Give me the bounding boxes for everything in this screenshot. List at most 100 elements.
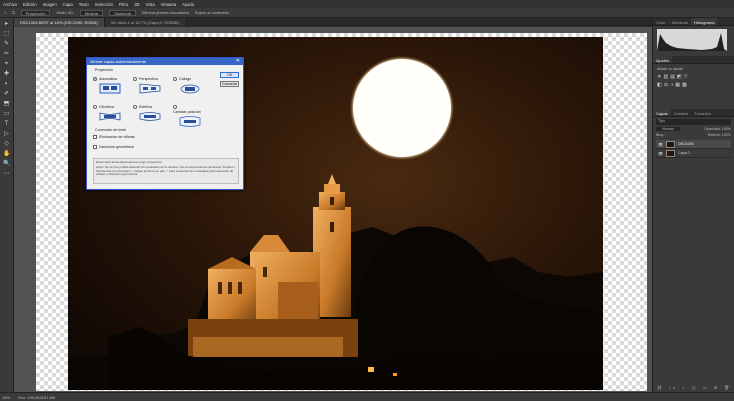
cylindrical-projection-icon — [99, 112, 121, 121]
menu-item-10[interactable]: Ayuda — [182, 2, 194, 7]
option-collage[interactable]: Collage — [173, 76, 203, 95]
layer-row[interactable]: 👁 DSC1090 — [656, 140, 731, 149]
option-reposition[interactable]: Cambiar posición — [173, 104, 203, 128]
lock-label: Bloq.: — [656, 133, 666, 137]
blend-mode-select[interactable]: Normal — [656, 127, 680, 131]
distortion-checkbox[interactable] — [93, 144, 97, 149]
radio-auto[interactable] — [93, 76, 97, 81]
menu-item-3[interactable]: Capa — [63, 2, 73, 7]
cancel-button[interactable]: Cancelar — [220, 81, 239, 87]
option-auto-label: Automática — [99, 77, 117, 81]
tool-icon-0[interactable]: ▸ — [3, 21, 10, 28]
tool-icon-10[interactable]: T — [3, 121, 10, 128]
tab-color[interactable]: Color — [653, 18, 669, 25]
status-bar: 16% Doc: 140,9M/187,8M — [0, 392, 734, 401]
tool-icon-15[interactable]: ⋯ — [3, 171, 10, 178]
layer-thumbnail — [666, 140, 676, 148]
layer-name[interactable]: DSC1090 — [678, 142, 694, 146]
menu-item-1[interactable]: Edición — [23, 2, 37, 7]
menu-item-5[interactable]: Selección — [95, 2, 113, 7]
option-cylindrical-label: Cilíndrica — [99, 105, 114, 109]
layer-name[interactable]: Capa 0 — [678, 151, 690, 155]
tool-icon-2[interactable]: ✎ — [3, 41, 10, 48]
menu-item-2[interactable]: Imagen — [43, 2, 57, 7]
layer-kind-filter[interactable]: Tipo — [656, 119, 731, 125]
tool-icon-7[interactable]: ✐ — [3, 91, 10, 98]
tab-document-1[interactable]: DSC1063-BEST al 16% (DSC1090, RGB/8) — [14, 18, 105, 27]
fill-value[interactable]: 100% — [722, 133, 731, 137]
tool-icon-8[interactable]: ⬒ — [3, 101, 10, 108]
tab-channels[interactable]: Canales — [671, 109, 692, 116]
vignette-checkbox[interactable] — [93, 134, 97, 139]
option-spherical[interactable]: Esférica — [133, 104, 163, 123]
ok-button[interactable]: OK — [220, 72, 239, 78]
delete-pixels-checkbox[interactable]: Elimina píxeles recortados — [142, 10, 189, 15]
tab-paths[interactable]: Trazados — [691, 109, 714, 116]
menu-item-7[interactable]: 3D — [134, 2, 139, 7]
layer-footer-icons[interactable]: ⛓ fx ◐ ◫ ▭ ⊞ 🗑 — [657, 385, 732, 390]
tool-icon-1[interactable]: ⬚ — [3, 31, 10, 38]
tab-document-2[interactable]: Sin título-1 al 16,7% (Capa 0, RGB/8#) — [104, 18, 187, 27]
radio-perspective[interactable] — [133, 76, 137, 81]
tool-icon-3[interactable]: ✂ — [3, 51, 10, 58]
option-cylindrical[interactable]: Cilíndrica — [93, 104, 123, 123]
menu-item-6[interactable]: Filtro — [119, 2, 128, 7]
tab-layers[interactable]: Capas — [653, 109, 671, 116]
menu-item-9[interactable]: Ventana — [161, 2, 176, 7]
radio-reposition[interactable] — [173, 104, 177, 109]
menu-item-0[interactable]: Archivo — [3, 2, 17, 7]
church — [188, 174, 358, 359]
auto-projection-icon — [99, 83, 121, 94]
close-icon[interactable]: ✕ — [236, 58, 240, 65]
tab-swatches[interactable]: Muestras — [669, 18, 691, 25]
tool-icon-5[interactable]: ✚ — [3, 71, 10, 78]
crop-tool-icon[interactable]: ⌗ — [12, 10, 14, 15]
eye-icon[interactable]: 👁 — [658, 142, 663, 147]
opacity-label: Opacidad: — [704, 127, 721, 131]
mode-label: Modo 3D: — [56, 10, 74, 15]
content-aware-checkbox[interactable]: Sujeto al contenido — [195, 10, 229, 15]
tab-histogram[interactable]: Histograma — [691, 18, 718, 25]
ratio-select[interactable]: Proyección — [20, 9, 51, 16]
add-adjustment-label: Añadir un ajuste — [657, 67, 683, 71]
layer-row[interactable]: 👁 Capa 0 — [656, 149, 731, 158]
layers-panel: Tipo Normal Opacidad: 100% Bloq.: Rellen… — [653, 117, 734, 160]
vignette-label: Eliminación de viñetas — [99, 135, 135, 139]
adjustment-icons-row2[interactable]: ◧⚖◑▦▩ — [657, 82, 730, 88]
menu-item-4[interactable]: Texto — [79, 2, 89, 7]
tools-panel: ▸ ⬚ ✎ ✂ ⌖ ✚ ◐ ✐ ⬒ ▭ T ▷ ◇ ✋ 🔍 ⋯ — [0, 18, 14, 392]
zoom-level[interactable]: 16% — [2, 395, 10, 400]
adjustment-icons[interactable]: ☀▥▤◩▽ — [657, 74, 730, 80]
option-reposition-label: Cambiar posición — [173, 110, 201, 114]
tool-icon-4[interactable]: ⌖ — [3, 61, 10, 68]
description-box: Determinar automáticamente la mejor proy… — [93, 158, 239, 184]
histogram-panel — [653, 26, 734, 56]
option-perspective[interactable]: Perspectiva — [133, 76, 163, 95]
tab-adjustments[interactable]: Ajustes — [653, 56, 673, 63]
radio-collage[interactable] — [173, 76, 177, 81]
color-panel-tabs: Color Muestras Histograma — [653, 18, 734, 26]
eye-icon[interactable]: 👁 — [658, 151, 663, 156]
spherical-projection-icon — [139, 112, 161, 121]
layers-panel-tabs: Capas Canales Trazados — [653, 109, 734, 117]
layer-thumbnail — [666, 149, 676, 157]
menu-item-8[interactable]: Vista — [146, 2, 155, 7]
opacity-value[interactable]: 100% — [722, 127, 731, 131]
option-auto[interactable]: Automática — [93, 76, 123, 95]
show-select[interactable]: Mostrar — [79, 9, 104, 16]
tool-icon-6[interactable]: ◐ — [3, 81, 10, 88]
tool-icon-14[interactable]: 🔍 — [3, 161, 10, 168]
tool-icon-9[interactable]: ▭ — [3, 111, 10, 118]
tool-icon-11[interactable]: ▷ — [3, 131, 10, 138]
option-collage-label: Collage — [179, 77, 192, 81]
tool-icon-12[interactable]: ◇ — [3, 141, 10, 148]
adjust-panel-tabs: Ajustes — [653, 56, 734, 64]
radio-spherical[interactable] — [133, 104, 137, 109]
tool-icon-13[interactable]: ✋ — [3, 151, 10, 158]
dialog-titlebar[interactable]: Alinear capas automáticamente ✕ — [87, 58, 243, 65]
radio-cylindrical[interactable] — [93, 104, 97, 109]
distortion-option[interactable]: Distorsión geométrica — [93, 144, 134, 149]
home-icon[interactable]: ⌂ — [4, 10, 6, 15]
distance-select[interactable]: Distancia — [109, 9, 136, 16]
vignette-option[interactable]: Eliminación de viñetas — [93, 134, 135, 139]
